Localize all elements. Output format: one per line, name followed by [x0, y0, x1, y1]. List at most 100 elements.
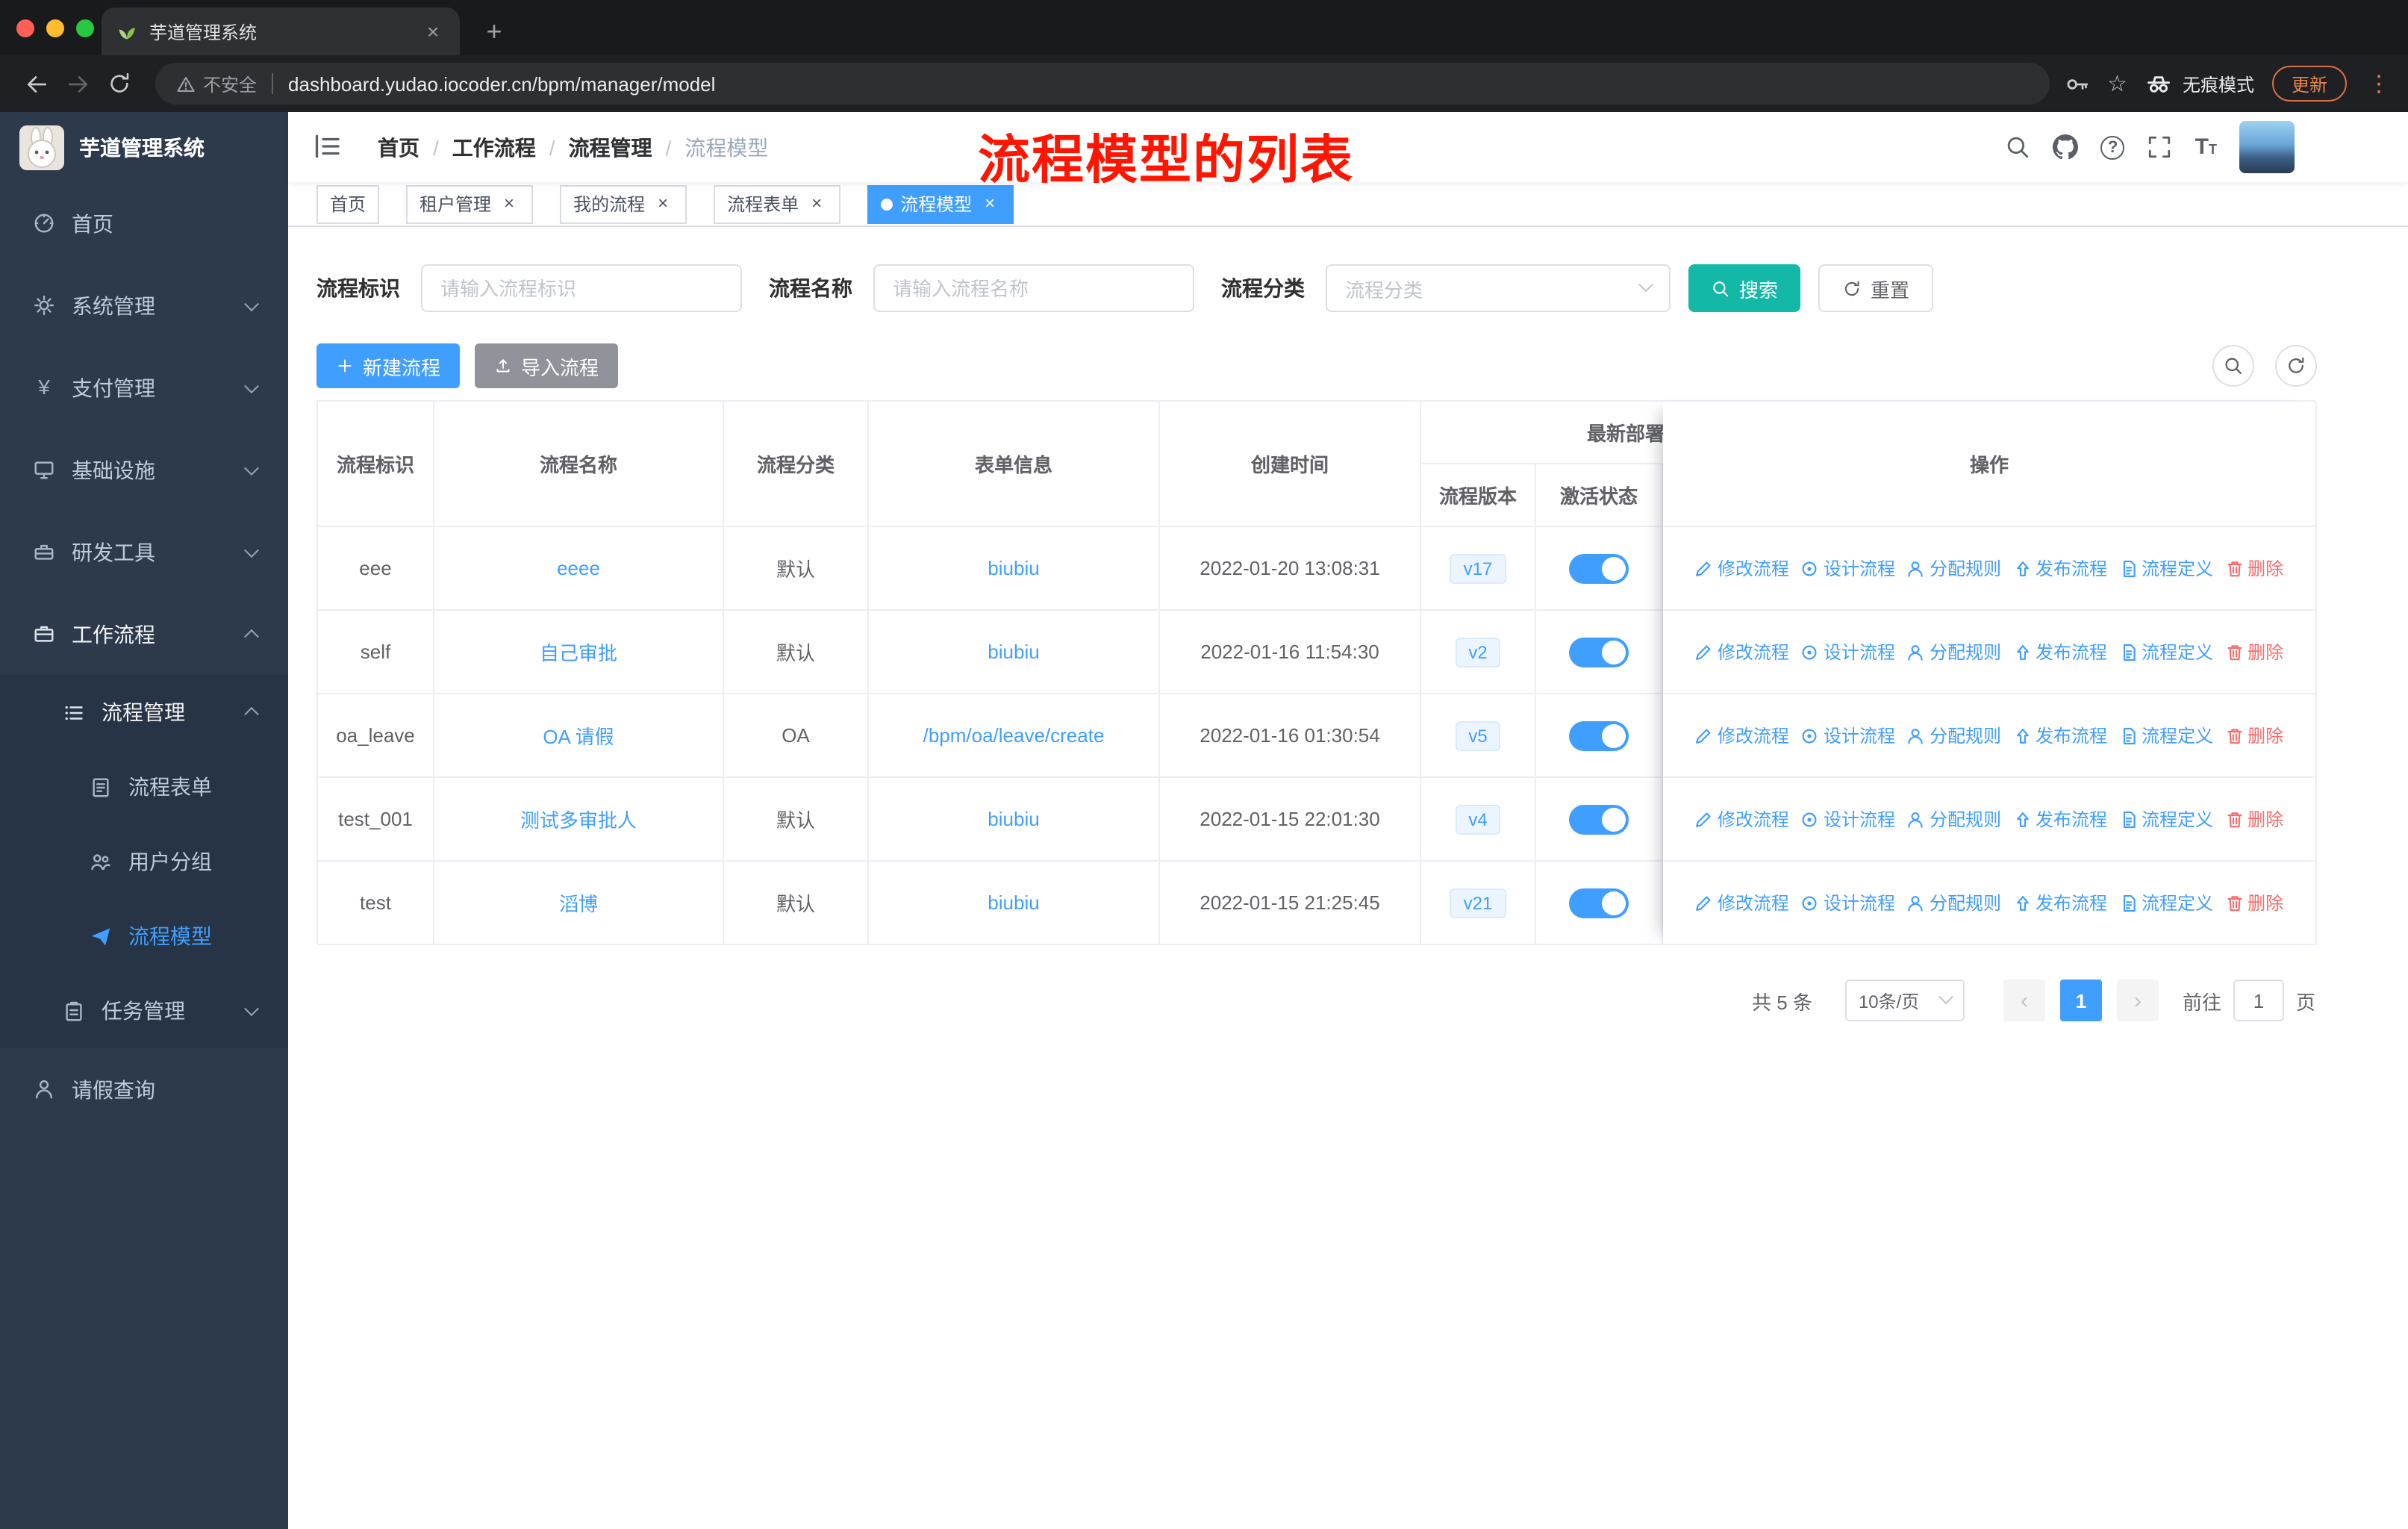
sidebar-item-task-management[interactable]: 任务管理	[0, 974, 288, 1048]
create-process-button[interactable]: 新建流程	[316, 343, 461, 388]
process-name-link[interactable]: 测试多审批人	[520, 805, 637, 833]
bookmark-star-icon[interactable]: ☆	[2107, 70, 2127, 97]
close-tab-icon[interactable]: ×	[421, 19, 445, 43]
app-logo[interactable]: 芋道管理系统	[0, 112, 288, 182]
tag-my-process[interactable]: 我的流程 ×	[560, 184, 687, 223]
form-info-link[interactable]: /bpm/oa/leave/create	[923, 724, 1105, 747]
close-icon[interactable]: ×	[499, 193, 520, 214]
sidebar-item-system[interactable]: 系统管理	[0, 264, 288, 346]
browser-tab[interactable]: 芋道管理系统 ×	[102, 7, 460, 55]
address-bar[interactable]: 不安全 dashboard.yudao.iocoder.cn/bpm/manag…	[155, 63, 2050, 105]
prev-page-button[interactable]: ‹	[2003, 980, 2045, 1021]
sidebar-collapse-icon[interactable]	[312, 131, 345, 164]
breadcrumb-process-management[interactable]: 流程管理	[569, 132, 652, 162]
process-name-link[interactable]: OA 请假	[543, 721, 614, 750]
design-action-link[interactable]: 设计流程	[1801, 723, 1895, 748]
edit-action-link[interactable]: 修改流程	[1695, 723, 1789, 748]
close-icon[interactable]: ×	[652, 193, 673, 214]
reset-button[interactable]: 重置	[1818, 264, 1934, 312]
design-action-link[interactable]: 设计流程	[1801, 639, 1895, 664]
definition-action-link[interactable]: 流程定义	[2119, 555, 2213, 581]
delete-action-link[interactable]: 删除	[2225, 890, 2283, 915]
page-size-select[interactable]: 10条/页	[1844, 980, 1965, 1021]
next-page-button[interactable]: ›	[2116, 980, 2159, 1021]
sidebar-item-process-model[interactable]: 流程模型	[0, 899, 288, 974]
assign-action-link[interactable]: 分配规则	[1907, 806, 2001, 832]
fullscreen-icon[interactable]	[2147, 134, 2173, 160]
publish-action-link[interactable]: 发布流程	[2013, 639, 2107, 664]
delete-action-link[interactable]: 删除	[2225, 806, 2283, 832]
sidebar-item-process-management[interactable]: 流程管理	[0, 675, 288, 750]
toggle-search-button[interactable]	[2212, 345, 2254, 387]
sidebar-item-leave-query[interactable]: 请假查询	[0, 1048, 288, 1130]
active-toggle[interactable]	[1569, 804, 1629, 834]
sidebar-item-infrastructure[interactable]: 基础设施	[0, 429, 288, 511]
category-select[interactable]: 流程分类	[1326, 264, 1671, 312]
forward-button[interactable]	[57, 63, 99, 105]
search-icon[interactable]	[2006, 134, 2031, 160]
sidebar-item-payment[interactable]: ¥ 支付管理	[0, 346, 288, 429]
breadcrumb-workflow[interactable]: 工作流程	[452, 132, 536, 162]
sidebar-item-workflow[interactable]: 工作流程	[0, 593, 288, 675]
delete-action-link[interactable]: 删除	[2225, 723, 2283, 748]
tag-process-form[interactable]: 流程表单 ×	[714, 184, 841, 223]
security-warning[interactable]: 不安全	[176, 71, 257, 96]
publish-action-link[interactable]: 发布流程	[2013, 723, 2107, 748]
maximize-window-button[interactable]	[76, 19, 94, 37]
reload-button[interactable]	[99, 63, 140, 105]
active-toggle[interactable]	[1569, 637, 1629, 667]
design-action-link[interactable]: 设计流程	[1801, 890, 1895, 915]
password-key-icon[interactable]	[2064, 71, 2089, 96]
tag-home[interactable]: 首页	[316, 184, 380, 223]
active-toggle[interactable]	[1569, 888, 1629, 918]
definition-action-link[interactable]: 流程定义	[2119, 639, 2213, 664]
chrome-update-button[interactable]: 更新	[2271, 66, 2347, 102]
help-icon[interactable]: ?	[2100, 135, 2125, 159]
close-icon[interactable]: ×	[979, 193, 1000, 214]
publish-action-link[interactable]: 发布流程	[2013, 555, 2107, 581]
sidebar-item-devtools[interactable]: 研发工具	[0, 511, 288, 593]
font-size-icon[interactable]: TT	[2195, 134, 2217, 160]
process-name-link[interactable]: eeee	[557, 557, 600, 579]
sidebar-item-process-form[interactable]: 流程表单	[0, 750, 288, 824]
publish-action-link[interactable]: 发布流程	[2013, 890, 2107, 915]
assign-action-link[interactable]: 分配规则	[1907, 723, 2001, 748]
edit-action-link[interactable]: 修改流程	[1695, 806, 1789, 832]
search-button[interactable]: 搜索	[1688, 264, 1801, 312]
back-button[interactable]	[15, 63, 57, 105]
assign-action-link[interactable]: 分配规则	[1907, 639, 2001, 664]
edit-action-link[interactable]: 修改流程	[1695, 639, 1789, 664]
current-page-button[interactable]: 1	[2059, 980, 2102, 1021]
form-info-link[interactable]: biubiu	[988, 808, 1039, 830]
close-window-button[interactable]	[16, 19, 34, 37]
design-action-link[interactable]: 设计流程	[1801, 555, 1895, 581]
assign-action-link[interactable]: 分配规则	[1907, 555, 2001, 581]
edit-action-link[interactable]: 修改流程	[1695, 890, 1789, 915]
process-id-input[interactable]	[421, 264, 742, 312]
active-toggle[interactable]	[1569, 720, 1629, 750]
delete-action-link[interactable]: 删除	[2225, 555, 2283, 581]
goto-page-input[interactable]	[2233, 980, 2284, 1021]
definition-action-link[interactable]: 流程定义	[2119, 806, 2213, 832]
new-tab-button[interactable]: +	[475, 12, 514, 51]
import-process-button[interactable]: 导入流程	[475, 343, 619, 388]
process-name-link[interactable]: 自己审批	[540, 638, 617, 666]
publish-action-link[interactable]: 发布流程	[2013, 806, 2107, 832]
form-info-link[interactable]: biubiu	[988, 641, 1039, 663]
breadcrumb-home[interactable]: 首页	[378, 132, 419, 162]
user-avatar[interactable]	[2239, 121, 2295, 173]
definition-action-link[interactable]: 流程定义	[2119, 890, 2213, 915]
process-name-input[interactable]	[873, 264, 1194, 312]
process-name-link[interactable]: 滔博	[559, 888, 598, 917]
close-icon[interactable]: ×	[806, 193, 827, 214]
form-info-link[interactable]: biubiu	[988, 891, 1039, 914]
definition-action-link[interactable]: 流程定义	[2119, 723, 2213, 748]
sidebar-item-user-group[interactable]: 用户分组	[0, 824, 288, 899]
refresh-button[interactable]	[2275, 345, 2317, 387]
form-info-link[interactable]: biubiu	[988, 557, 1039, 579]
assign-action-link[interactable]: 分配规则	[1907, 890, 2001, 915]
minimize-window-button[interactable]	[46, 19, 64, 37]
design-action-link[interactable]: 设计流程	[1801, 806, 1895, 832]
github-icon[interactable]	[2053, 134, 2079, 160]
edit-action-link[interactable]: 修改流程	[1695, 555, 1789, 581]
